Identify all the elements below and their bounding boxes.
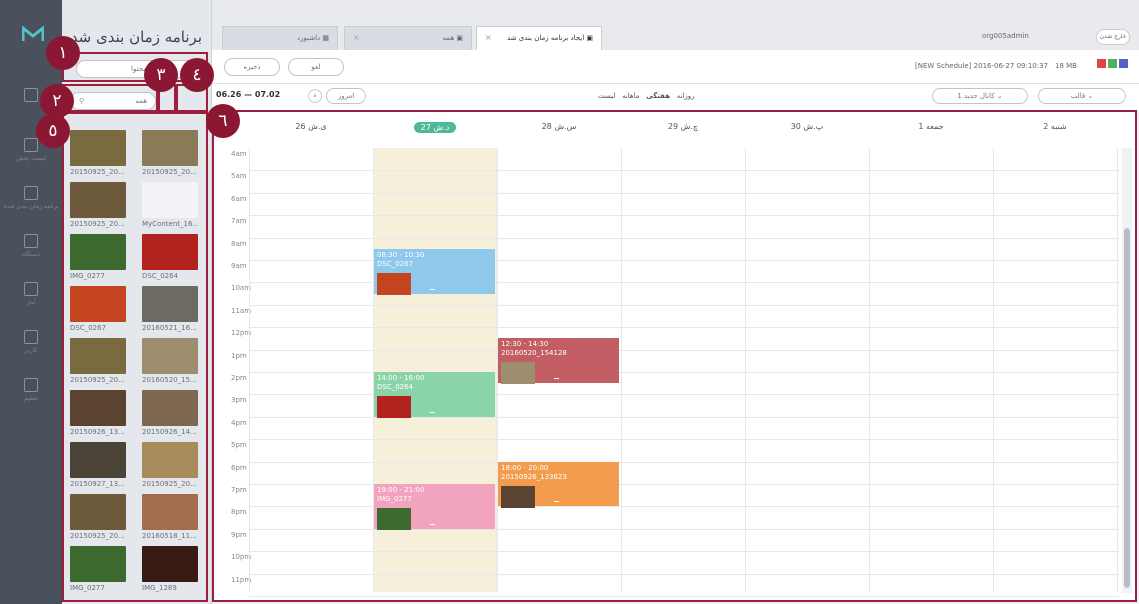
gear-icon (24, 378, 38, 392)
template-select[interactable]: قالب ⌄ (1038, 88, 1126, 104)
schedule-status: [NEW Schedule] 2016-06-27 09:10:37 (915, 62, 1049, 70)
callout-badge-6: ٦ (206, 104, 240, 138)
view-weekly[interactable]: هفتگی (646, 92, 670, 100)
date-range: 06.26 — 07.02 (216, 90, 281, 99)
channel-select[interactable]: کانال جدید 1 ⌄ (932, 88, 1028, 104)
callout-badge-2: ٢ (40, 84, 74, 118)
callout-badge-4: ٤ (180, 58, 214, 92)
grid-icon (24, 88, 38, 102)
nav-item-settings[interactable]: تنظیم (0, 378, 62, 402)
callout-box-2 (62, 84, 158, 112)
badge-s (1119, 59, 1128, 68)
calendar-toolbar: 06.26 — 07.02 › امروز روزانه هفتگی ماهان… (212, 84, 1139, 110)
callout-box-5 (62, 112, 208, 602)
save-button[interactable]: ذخیره (224, 58, 280, 76)
next-week-button[interactable]: › (308, 89, 322, 103)
monitor-icon (24, 234, 38, 248)
view-monthly[interactable]: ماهانه (622, 92, 639, 100)
logo-icon (22, 26, 44, 41)
tab-dashboard[interactable]: داشبورد ▦ (222, 26, 338, 50)
cancel-button[interactable]: لغو (288, 58, 344, 76)
tab-create-schedule[interactable]: × ایجاد برنامه زمان بندی شد ▣ (476, 26, 602, 50)
callout-box-6 (212, 110, 1137, 602)
callout-badge-1: ١ (46, 36, 80, 70)
tab-bar: داشبورد ▦ × همه ▣ × ایجاد برنامه زمان بندی… (212, 0, 1139, 50)
page-title: برنامه زمان بندی شده (62, 28, 202, 46)
action-bar: ذخیره لغو [NEW Schedule] 2016-06-27 09:1… (212, 50, 1139, 84)
tab-all[interactable]: × همه ▣ (344, 26, 472, 50)
callout-badge-3: ٣ (144, 58, 178, 92)
nav-item-device[interactable]: دستگاه (0, 234, 62, 258)
chart-icon (24, 282, 38, 296)
username: org005admin (982, 32, 1029, 40)
callout-badge-5: ٥ (36, 114, 70, 148)
badge-i (1108, 59, 1117, 68)
view-list[interactable]: لیست (598, 92, 615, 100)
logout-button[interactable]: خارج شدن (1096, 29, 1130, 45)
today-button[interactable]: امروز (326, 88, 366, 104)
user-icon (24, 330, 38, 344)
storage-size: 18 MB (1055, 62, 1077, 70)
view-daily[interactable]: روزانه (677, 92, 695, 100)
view-switcher: روزانه هفتگی ماهانه لیست (598, 92, 695, 100)
nav-item-user[interactable]: کاربر (0, 330, 62, 354)
playlist-icon (24, 138, 38, 152)
badge-a (1097, 59, 1106, 68)
nav-item-schedule[interactable]: برنامه زمان بندی شده (0, 186, 62, 210)
close-icon[interactable]: × (353, 27, 360, 49)
calendar-icon (24, 186, 38, 200)
nav-item-stats[interactable]: آمار (0, 282, 62, 306)
close-icon[interactable]: × (485, 27, 492, 49)
